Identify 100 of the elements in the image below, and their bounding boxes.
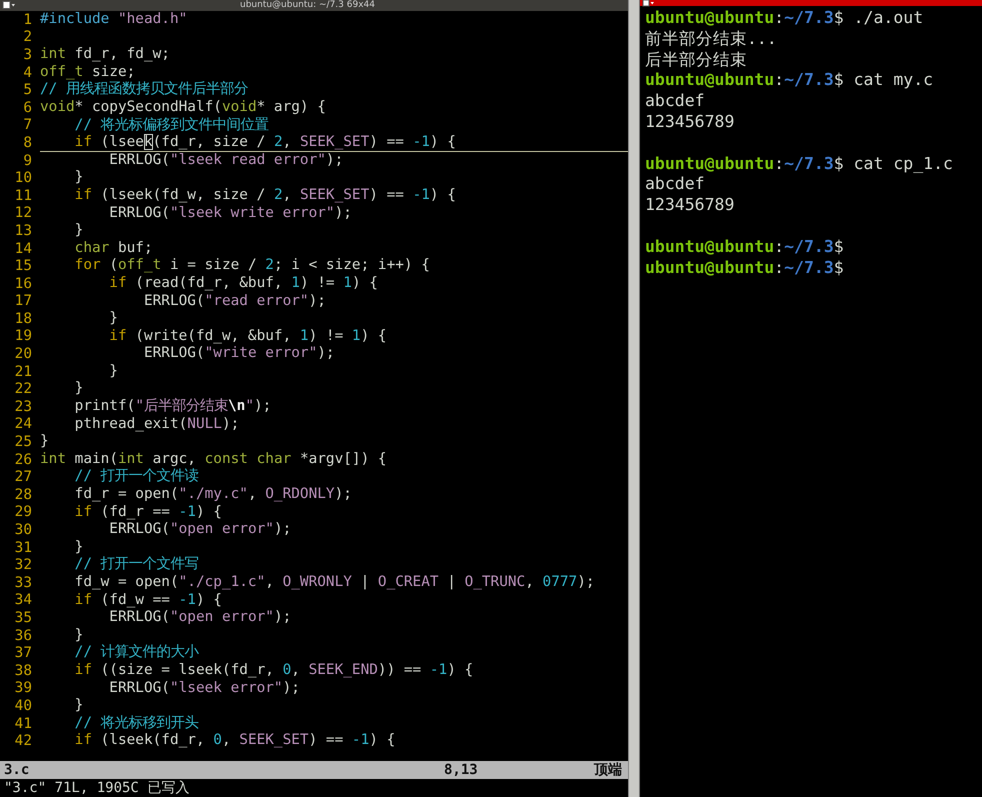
code-line: } xyxy=(40,433,50,451)
line-number: 8 xyxy=(22,134,33,151)
line-number: 36 xyxy=(14,628,33,644)
line-number: 29 xyxy=(14,504,33,520)
code-line: ERRLOG("lseek read error"); xyxy=(108,152,344,170)
line-number: 27 xyxy=(14,469,33,486)
code-line: char buf; xyxy=(74,240,154,258)
code-line: } xyxy=(108,310,119,328)
code-line: #include "head.h" xyxy=(40,11,188,29)
code-line: off_t size; xyxy=(40,64,136,81)
line-number: 10 xyxy=(14,170,33,186)
code-line: } xyxy=(74,380,84,398)
code-line: if ((size = lseek(fd_r, 0, SEEK_END)) == -1) { xyxy=(74,662,474,680)
code-line: // 用线程函数拷贝文件后半部分 xyxy=(40,81,249,99)
line-number: 6 xyxy=(22,100,33,116)
line-number: 26 xyxy=(14,452,33,468)
line-number: 42 xyxy=(14,733,33,750)
code-line: int main(int argc, const char *argv[]) { xyxy=(40,450,388,468)
code-line: if (lseek(fd_r, size / 2, SEEK_SET) == -1) { xyxy=(40,134,628,152)
window-menu-icon[interactable] xyxy=(642,0,656,7)
code-line: if (lseek(fd_w, size / 2, SEEK_SET) == -1) { xyxy=(74,186,457,205)
code-line: // 将光标偏移到文件中间位置 xyxy=(74,116,270,134)
terminal-line: ubuntu@ubuntu:~/7.3$ xyxy=(645,258,845,278)
scroll-position: 顶端 xyxy=(594,761,622,779)
line-number: 4 xyxy=(22,64,33,81)
code-line: // 计算文件的大小 xyxy=(74,644,200,662)
terminal-output: abcdef xyxy=(645,91,706,112)
code-line: ERRLOG("lseek error"); xyxy=(108,680,301,698)
line-number: 30 xyxy=(14,522,33,538)
line-number: 41 xyxy=(14,716,33,732)
terminal-line: ubuntu@ubuntu:~/7.3$ ./a.out xyxy=(645,8,924,29)
code-line: for (off_t i = size / 2; i < size; i++) { xyxy=(74,257,431,275)
code-line: } xyxy=(74,538,84,556)
line-number: 1 xyxy=(22,12,33,28)
line-number: 38 xyxy=(14,662,33,679)
line-number: 37 xyxy=(14,645,33,662)
line-number: 34 xyxy=(14,592,33,608)
line-number: 22 xyxy=(14,381,33,398)
terminal-output: 123456789 xyxy=(645,195,736,216)
line-number: 13 xyxy=(14,222,33,239)
code-line: } xyxy=(74,697,84,715)
line-number: 24 xyxy=(14,416,33,432)
code-line: } xyxy=(74,222,84,240)
line-number: 28 xyxy=(14,486,33,503)
code-line: ERRLOG("open error"); xyxy=(108,609,292,627)
code-line: ERRLOG("lseek write error"); xyxy=(108,204,353,222)
line-number: 14 xyxy=(14,240,33,257)
line-number: 15 xyxy=(14,258,33,274)
code-line: if (fd_r == -1) { xyxy=(74,504,223,522)
window-menu-icon[interactable] xyxy=(2,1,16,10)
terminal-line: ubuntu@ubuntu:~/7.3$ xyxy=(645,236,845,258)
line-number: 25 xyxy=(14,434,33,450)
code-line: } xyxy=(74,169,84,187)
code-line: fd_w = open("./cp_1.c", O_WRONLY | O_CREAT | O_TRUNC, 0777); xyxy=(74,574,596,592)
code-line: if (read(fd_r, &buf, 1) != 1) { xyxy=(108,274,379,292)
code-line: int fd_r, fd_w; xyxy=(40,46,171,64)
terminal-output: 前半部分结束... xyxy=(645,28,778,50)
terminal-line: ubuntu@ubuntu:~/7.3$ cat my.c xyxy=(645,70,934,92)
line-number: 9 xyxy=(22,152,33,169)
line-number: 20 xyxy=(14,346,33,362)
line-number: 19 xyxy=(14,328,33,344)
code-line: // 将光标移到开头 xyxy=(74,714,200,732)
terminal-output: abcdef xyxy=(645,174,706,196)
line-number: 11 xyxy=(14,188,33,204)
code-line: if (fd_w == -1) { xyxy=(74,592,223,610)
code-line: if (write(fd_w, &buf, 1) != 1) { xyxy=(108,328,388,346)
terminal-line: ubuntu@ubuntu:~/7.3$ cat cp_1.c xyxy=(645,154,954,174)
terminal-output: 后半部分结束 xyxy=(645,50,748,70)
line-number: 40 xyxy=(14,698,33,714)
code-line: // 打开一个文件写 xyxy=(74,556,200,574)
line-number: 31 xyxy=(14,540,33,556)
code-line: } xyxy=(108,362,119,380)
line-number: 5 xyxy=(22,82,33,98)
code-line: } xyxy=(74,626,84,644)
line-number: 23 xyxy=(14,398,33,415)
terminal-output: 123456789 xyxy=(645,112,736,133)
code-line: pthread_exit(NULL); xyxy=(74,416,240,434)
line-number: 33 xyxy=(14,574,33,591)
line-number: 21 xyxy=(14,364,33,380)
code-line: ERRLOG("read error"); xyxy=(142,292,327,310)
line-number: 18 xyxy=(14,310,33,327)
code-line: ERRLOG("open error"); xyxy=(108,521,292,539)
command-message: "3.c" 71L, 1905C 已写入 xyxy=(3,779,190,797)
line-number: 39 xyxy=(14,680,33,696)
line-number: 16 xyxy=(14,276,33,292)
line-number: 7 xyxy=(22,117,33,134)
line-number: 35 xyxy=(14,610,33,626)
code-line: void* copySecondHalf(void* arg) { xyxy=(40,98,327,117)
line-number: 3 xyxy=(22,46,33,63)
line-number: 12 xyxy=(14,205,33,222)
line-number: 2 xyxy=(22,29,33,46)
code-line: if (lseek(fd_r, 0, SEEK_SET) == -1) { xyxy=(74,732,396,750)
cursor-position: 8,13 xyxy=(444,762,479,778)
code-line: printf("后半部分结束\n"); xyxy=(74,398,272,416)
line-number: 32 xyxy=(14,557,33,574)
code-line: ERRLOG("write error"); xyxy=(142,345,336,363)
code-line: fd_r = open("./my.c", O_RDONLY); xyxy=(74,486,353,504)
scrollbar[interactable] xyxy=(628,0,640,797)
window-title: ubuntu@ubuntu: ~/7.3 69x44 xyxy=(240,0,375,11)
line-number: 17 xyxy=(14,293,33,310)
